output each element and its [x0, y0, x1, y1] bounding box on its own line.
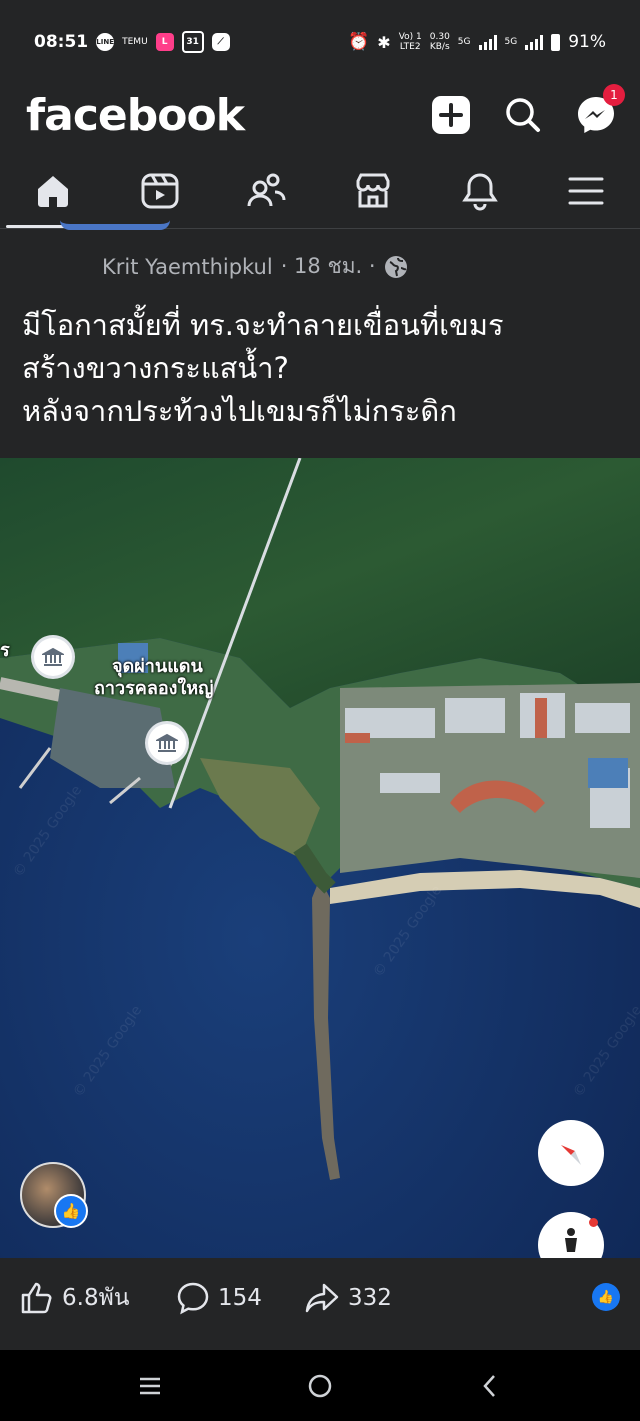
landmark-marker-1[interactable]: [34, 638, 72, 676]
calendar-icon: 31: [181, 31, 204, 53]
share-button[interactable]: 332: [304, 1281, 392, 1315]
comment-icon: [177, 1282, 209, 1315]
app-header: facebook 1: [0, 84, 640, 154]
back-chevron-icon: [483, 1375, 495, 1397]
landmark-marker-2[interactable]: [148, 724, 186, 762]
recents-icon: [140, 1377, 160, 1395]
bluetooth-icon: ✱: [377, 32, 391, 52]
compass-icon: [561, 1145, 581, 1165]
status-bar: 08:51 LINE TEMU L 31 ⟋ ⏰ ✱ Vo) 1 LTE2 0.3…: [0, 0, 640, 84]
temu-icon: TEMU: [122, 37, 148, 47]
map-edge-label: ร: [0, 640, 10, 661]
scrolled-header-remnant: [60, 212, 230, 232]
tab-menu[interactable]: [533, 160, 639, 222]
reaction-avatar[interactable]: 👍: [20, 1162, 88, 1228]
post-image-map[interactable]: © 2025 Google © 2025 Google © 2025 Googl…: [0, 458, 640, 1258]
line-icon: LINE: [96, 33, 115, 51]
post-text: มีโอกาสมั้ยที่ ทร.จะทำลายเขื่อนที่เขมร ส…: [22, 304, 622, 433]
alarm-icon: ⏰: [348, 32, 370, 52]
home-icon: [38, 176, 68, 207]
compass-button[interactable]: [538, 1120, 604, 1186]
post-meta: Krit Yaemthipkul · 18 ชม. ·: [102, 250, 408, 283]
comment-button[interactable]: 154: [176, 1281, 262, 1315]
pegman-icon: [565, 1228, 577, 1252]
system-nav-bar: [0, 1350, 640, 1421]
status-right: ⏰ ✱ Vo) 1 LTE2 0.30 KB/s 5G 5G 91%: [348, 32, 606, 52]
post-author[interactable]: Krit Yaemthipkul: [102, 255, 273, 279]
map-label-line-2: ถาวรคลองใหญ่: [94, 678, 214, 699]
create-button[interactable]: [428, 92, 474, 138]
cut-off-icon: [60, 212, 170, 230]
tab-marketplace[interactable]: [320, 160, 426, 222]
post-text-line-3: หลังจากประท้วงไปเขมรก็ไม่กระดิก: [22, 394, 457, 428]
volte-label: Vo) 1: [398, 32, 422, 42]
marketplace-icon: [356, 173, 390, 208]
post-text-line-1: มีโอกาสมั้ยที่ ทร.จะทำลายเขื่อนที่เขมร: [22, 308, 504, 342]
post-text-line-2: สร้างขวางกระแสน้ำ?: [22, 351, 289, 385]
like-button[interactable]: 6.8พัน: [20, 1280, 129, 1316]
lte-label: LTE2: [399, 42, 421, 52]
speed-unit: KB/s: [429, 42, 450, 52]
home-circle-icon: [308, 1374, 332, 1398]
link-icon: ⟋: [211, 33, 230, 51]
signal-icon: [478, 34, 497, 50]
share-count: 332: [348, 1285, 392, 1311]
net1-label: 5G: [457, 37, 471, 47]
home-nav-button[interactable]: [300, 1368, 340, 1404]
status-left: 08:51 LINE TEMU L 31 ⟋: [34, 31, 230, 53]
landmark-icon: [42, 647, 64, 666]
globe-icon: [384, 255, 407, 278]
volte-indicator: Vo) 1 LTE2: [399, 32, 422, 52]
map-label-border-checkpoint: จุดผ่านแดน ถาวรคลองใหญ่: [94, 656, 213, 700]
plus-icon: [432, 96, 470, 134]
net2-label: 5G: [504, 37, 518, 47]
battery-icon: [551, 33, 561, 51]
like-count: 6.8พัน: [62, 1285, 130, 1311]
hamburger-icon: [568, 177, 604, 205]
speed-indicator: 0.30 KB/s: [430, 32, 450, 52]
recent-apps-button[interactable]: [130, 1368, 170, 1404]
battery-percent: 91%: [568, 32, 606, 52]
video-icon: [141, 173, 179, 209]
post-actions: 6.8พัน 154 332 👍: [0, 1258, 640, 1338]
share-icon: [305, 1283, 339, 1313]
comment-count: 154: [218, 1285, 262, 1311]
like-reaction-icon: 👍: [592, 1283, 620, 1311]
search-button[interactable]: [500, 92, 546, 138]
signal-icon-2: [525, 34, 544, 50]
map-label-line-1: จุดผ่านแดน: [112, 656, 203, 677]
landmark-icon: [156, 733, 178, 752]
red-dot: [589, 1218, 598, 1227]
speed-value: 0.30: [429, 32, 450, 42]
friends-icon: [247, 173, 286, 207]
like-icon: [21, 1282, 52, 1314]
like-badge-icon: 👍: [54, 1194, 88, 1228]
facebook-logo[interactable]: facebook: [26, 90, 245, 141]
post-time[interactable]: · 18 ชม. ·: [281, 250, 376, 283]
lazada-icon: L: [155, 33, 174, 51]
messenger-button[interactable]: 1: [573, 84, 625, 138]
status-time: 08:51: [34, 32, 89, 52]
messenger-badge: 1: [603, 84, 625, 106]
back-button[interactable]: [470, 1368, 510, 1404]
bell-icon: [462, 173, 498, 211]
search-icon: [506, 98, 540, 132]
tab-notifications[interactable]: [427, 160, 533, 222]
